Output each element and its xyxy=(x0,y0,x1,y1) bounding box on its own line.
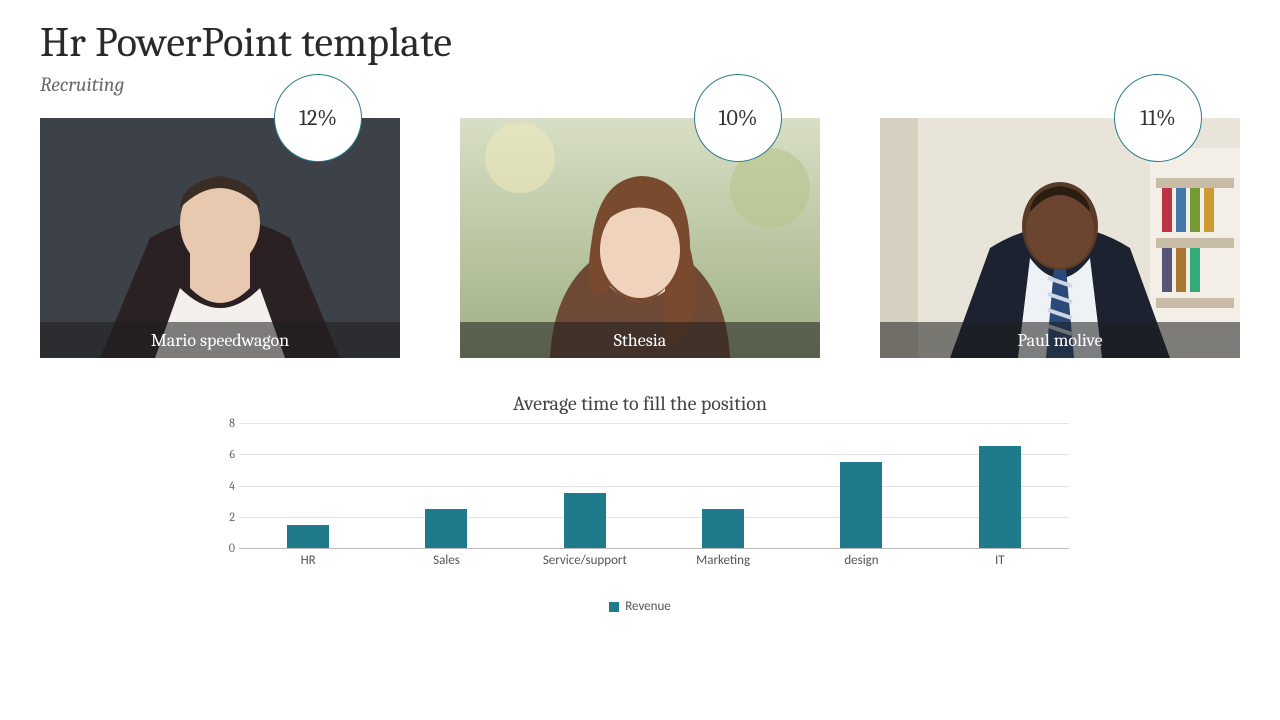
recruiter-cards: 12% Mario speedwagon 10% xyxy=(40,118,1240,358)
chart-ytick: 8 xyxy=(217,416,235,430)
chart-ytick: 0 xyxy=(217,541,235,555)
recruiter-card: 10% Sthesia xyxy=(460,118,820,358)
recruiter-name: Mario speedwagon xyxy=(40,322,400,358)
chart-bar xyxy=(564,493,606,548)
percent-badge: 12% xyxy=(274,74,362,162)
chart-ytick: 2 xyxy=(217,510,235,524)
percent-badge: 10% xyxy=(694,74,782,162)
chart-bar xyxy=(979,446,1021,548)
legend-swatch xyxy=(609,602,619,612)
chart-legend: Revenue xyxy=(205,599,1075,614)
chart-xtick: Marketing xyxy=(654,549,792,573)
chart-title: Average time to fill the position xyxy=(205,392,1075,415)
page-title: Hr PowerPoint template xyxy=(40,18,1240,67)
chart-xtick: IT xyxy=(931,549,1069,573)
recruiter-card: 12% Mario speedwagon xyxy=(40,118,400,358)
chart-area: 02468 HRSalesService/supportMarketingdes… xyxy=(205,423,1075,573)
chart-bar xyxy=(425,509,467,548)
chart-xtick: Service/support xyxy=(516,549,654,573)
recruiter-name: Sthesia xyxy=(460,322,820,358)
chart-xtick: HR xyxy=(239,549,377,573)
chart-bar xyxy=(840,462,882,548)
chart-bar xyxy=(287,525,329,548)
chart-xtick: Sales xyxy=(377,549,515,573)
chart-ytick: 6 xyxy=(217,447,235,461)
page-subtitle: Recruiting xyxy=(40,73,1240,96)
chart-xtick: design xyxy=(792,549,930,573)
recruiter-card: 11% Paul molive xyxy=(880,118,1240,358)
recruiter-name: Paul molive xyxy=(880,322,1240,358)
chart: Average time to fill the position 02468 … xyxy=(205,392,1075,614)
legend-label: Revenue xyxy=(625,599,671,614)
chart-ytick: 4 xyxy=(217,479,235,493)
percent-badge: 11% xyxy=(1114,74,1202,162)
chart-bar xyxy=(702,509,744,548)
